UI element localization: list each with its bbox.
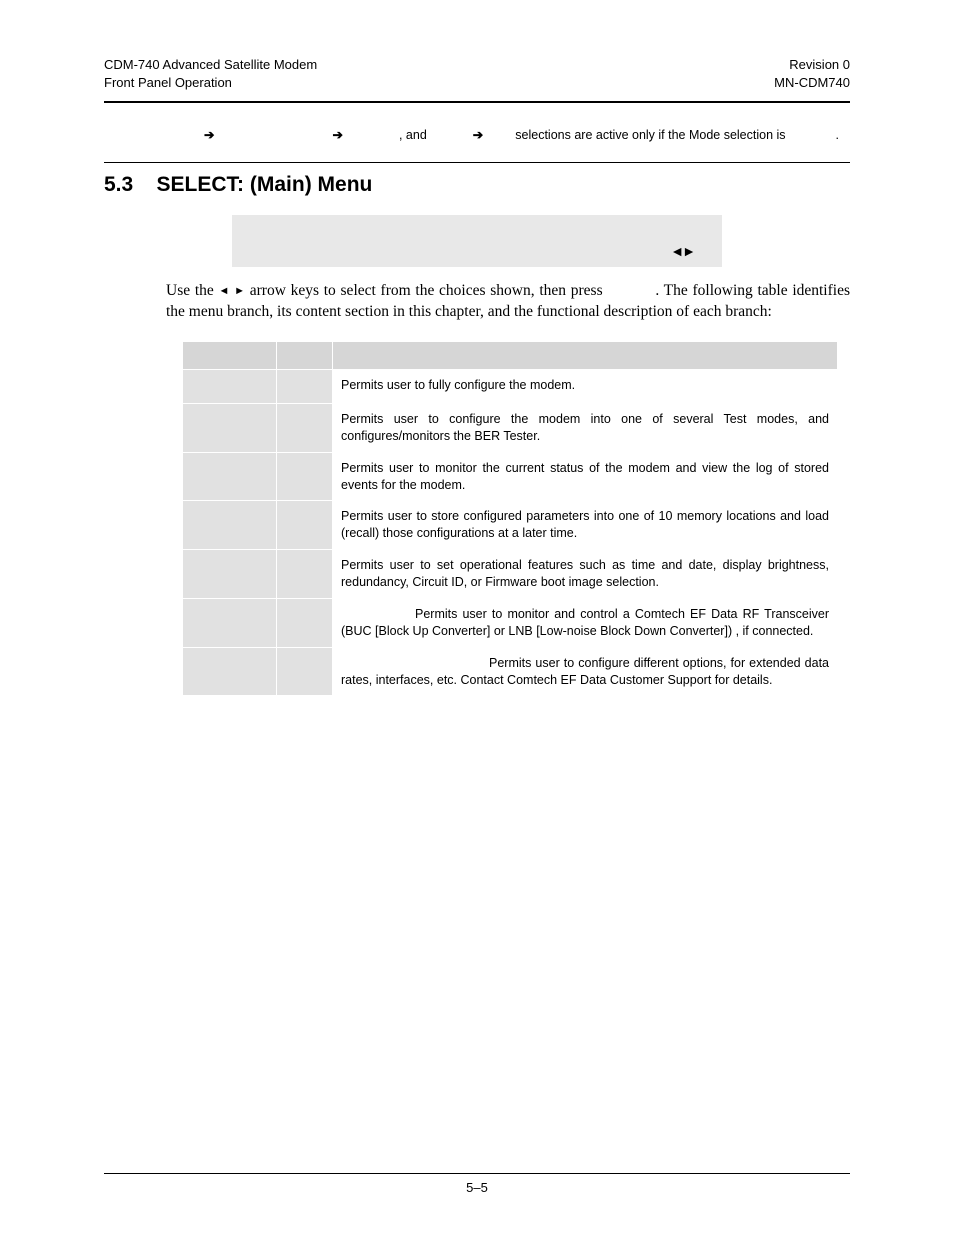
th-description bbox=[333, 341, 838, 369]
table-row: Permits user to monitor the current stat… bbox=[183, 452, 838, 501]
th-branch bbox=[183, 341, 277, 369]
table-row: Permits user to configure different opti… bbox=[183, 647, 838, 696]
page-header: CDM-740 Advanced Satellite Modem Front P… bbox=[104, 56, 850, 91]
page-number: 5–5 bbox=[466, 1180, 488, 1195]
section-heading: 5.3 SELECT: (Main) Menu bbox=[104, 173, 850, 197]
triangle-right-icon: ► bbox=[234, 285, 245, 297]
menu-table: Permits user to fully configure the mode… bbox=[182, 341, 838, 697]
table-row: Permits user to set operational features… bbox=[183, 550, 838, 599]
table-row: Permits user to monitor and control a Co… bbox=[183, 598, 838, 647]
table-row: Permits user to store configured paramet… bbox=[183, 501, 838, 550]
page-footer: 5–5 bbox=[104, 1173, 850, 1195]
table-header-row bbox=[183, 341, 838, 369]
table-row: Permits user to fully configure the mode… bbox=[183, 369, 838, 403]
note-line: , and selections are active only if the … bbox=[104, 103, 850, 162]
body-paragraph: Use the ◄ ► arrow keys to select from th… bbox=[166, 281, 850, 323]
header-title: CDM-740 Advanced Satellite Modem bbox=[104, 56, 317, 74]
section-rule bbox=[104, 162, 850, 163]
header-revision: Revision 0 bbox=[774, 56, 850, 74]
arrow-right-icon bbox=[473, 127, 483, 142]
arrow-right-icon bbox=[204, 127, 214, 142]
th-section bbox=[277, 341, 333, 369]
lcd-arrow-icons: ◄► bbox=[670, 243, 694, 259]
arrow-right-icon bbox=[332, 127, 342, 142]
header-docnum: MN-CDM740 bbox=[774, 74, 850, 92]
lcd-display: ◄► bbox=[232, 215, 722, 267]
table-row: Permits user to configure the modem into… bbox=[183, 403, 838, 452]
header-subtitle: Front Panel Operation bbox=[104, 74, 317, 92]
triangle-left-icon: ◄ bbox=[219, 285, 230, 297]
